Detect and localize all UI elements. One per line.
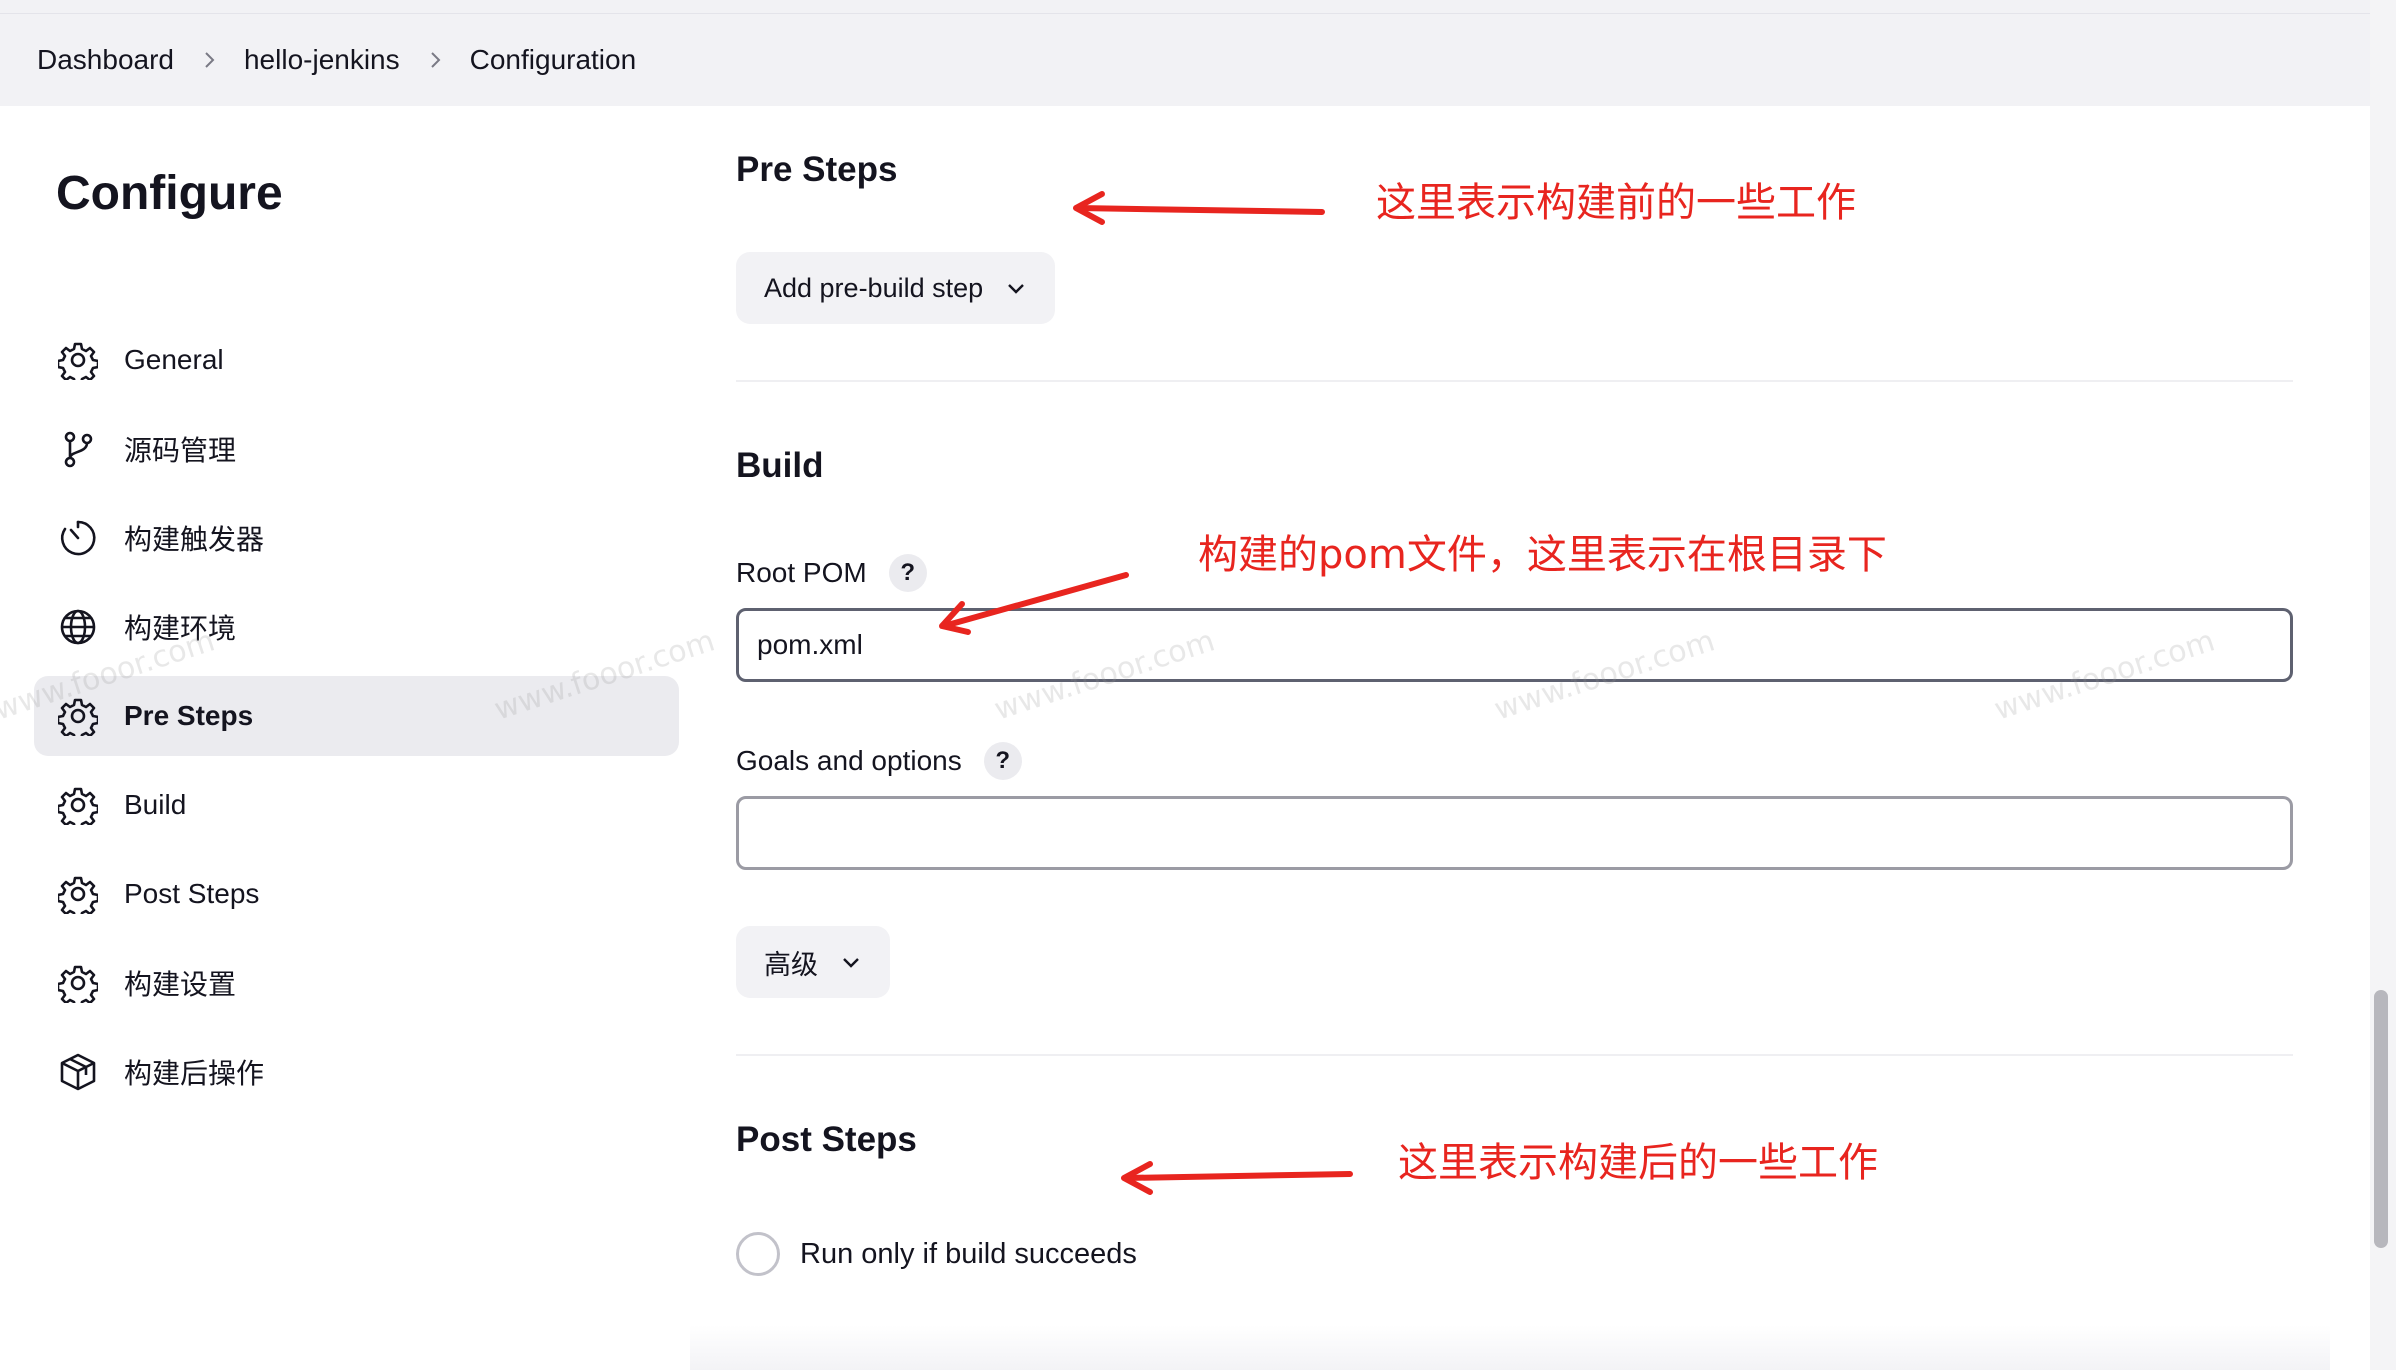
window-top-strip (0, 0, 2396, 14)
goals-options-label: Goals and options ? (736, 742, 1022, 780)
section-title-build: Build (736, 446, 824, 485)
annotation-post-steps: 这里表示构建后的一些工作 (1398, 1140, 1878, 1186)
section-title-pre-steps: Pre Steps (736, 150, 898, 189)
label-text: Root POM (736, 557, 867, 588)
breadcrumb: Dashboard hello-jenkins Configuration (0, 14, 2370, 106)
breadcrumb-job[interactable]: hello-jenkins (244, 44, 400, 76)
sidebar-item-label: General (124, 344, 224, 375)
button-label: Add pre-build step (764, 272, 984, 303)
sidebar-item-label: 构建触发器 (124, 524, 265, 555)
add-pre-build-step-button[interactable]: Add pre-build step (736, 252, 1056, 324)
sidebar-item-post-build-actions[interactable]: 构建后操作 (34, 1032, 679, 1112)
help-icon[interactable]: ? (888, 554, 927, 592)
sidebar-item-label: Build (124, 789, 187, 820)
chevron-right-icon (400, 50, 470, 70)
gear-icon (56, 961, 100, 1005)
sidebar-item-label: 源码管理 (124, 435, 237, 466)
sidebar-item-label: Pre Steps (124, 700, 254, 731)
sidebar-item-build-settings[interactable]: 构建设置 (34, 943, 679, 1023)
goals-options-input[interactable] (736, 796, 2293, 870)
gear-icon (56, 872, 100, 916)
gear-icon (56, 783, 100, 827)
annotation-build: 构建的pom文件，这里表示在根目录下 (1198, 532, 1887, 578)
root-pom-label: Root POM ? (736, 554, 927, 592)
timer-icon (56, 516, 100, 560)
annotation-pre-steps: 这里表示构建前的一些工作 (1376, 180, 1856, 226)
sidebar-item-general[interactable]: General (34, 320, 679, 400)
chevron-down-icon (843, 958, 859, 968)
radio-button[interactable] (736, 1232, 780, 1276)
sidebar-item-label: 构建后操作 (124, 1058, 265, 1089)
globe-icon (56, 605, 100, 649)
sidebar-item-label: 构建设置 (124, 969, 237, 1000)
chevron-down-icon (1008, 284, 1024, 294)
sidebar-item-build-triggers[interactable]: 构建触发器 (34, 498, 679, 578)
sidebar-nav: General 源码管理 构建触发器 构建环境 Pre Steps Build … (34, 320, 679, 1121)
scrollbar-thumb[interactable] (2374, 990, 2388, 1248)
gear-icon (56, 338, 100, 382)
package-icon (56, 1050, 100, 1094)
sidebar-item-label: Post Steps (124, 878, 260, 909)
sidebar-item-source-control[interactable]: 源码管理 (34, 409, 679, 489)
bottom-fade (690, 1325, 2330, 1370)
sidebar-item-build[interactable]: Build (34, 765, 679, 845)
chevron-right-icon (174, 50, 244, 70)
label-text: Goals and options (736, 745, 962, 776)
page-title: Configure (56, 167, 283, 220)
run-only-if-succeeds-option[interactable]: Run only if build succeeds (736, 1232, 1137, 1276)
sidebar: Configure General 源码管理 构建触发器 构建环境 Pre St… (0, 106, 690, 1370)
breadcrumb-dashboard[interactable]: Dashboard (37, 44, 174, 76)
section-divider (736, 1054, 2293, 1056)
section-title-post-steps: Post Steps (736, 1120, 917, 1159)
radio-label: Run only if build succeeds (800, 1237, 1137, 1270)
breadcrumb-configuration[interactable]: Configuration (470, 44, 637, 76)
advanced-button[interactable]: 高级 (736, 926, 890, 998)
button-label: 高级 (764, 949, 818, 980)
sidebar-item-post-steps[interactable]: Post Steps (34, 854, 679, 934)
help-icon[interactable]: ? (983, 742, 1022, 780)
branch-icon (56, 427, 100, 471)
section-divider (736, 380, 2293, 382)
